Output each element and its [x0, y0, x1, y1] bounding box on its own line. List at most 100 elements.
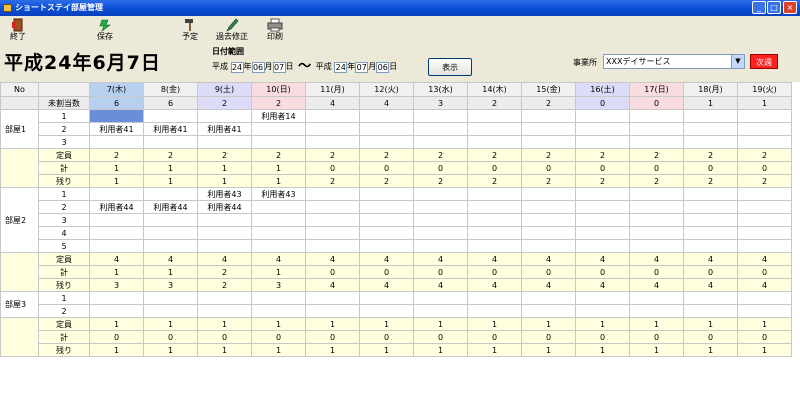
reservation-cell[interactable] — [359, 135, 414, 149]
reservation-cell[interactable] — [251, 135, 306, 149]
reservation-cell[interactable] — [413, 239, 468, 253]
reservation-cell[interactable] — [89, 109, 144, 123]
reservation-cell[interactable] — [251, 239, 306, 253]
day-header[interactable]: 13(水) — [413, 82, 468, 97]
reservation-cell[interactable] — [413, 200, 468, 214]
reservation-cell[interactable] — [683, 200, 738, 214]
reservation-cell[interactable] — [305, 135, 360, 149]
reservation-cell[interactable] — [89, 187, 144, 201]
reservation-cell[interactable] — [197, 291, 252, 305]
reservation-cell[interactable] — [683, 109, 738, 123]
reservation-cell[interactable] — [575, 291, 630, 305]
reservation-cell[interactable]: 利用者41 — [197, 122, 252, 136]
schedule-button[interactable]: 予定 — [170, 18, 210, 44]
day-header[interactable]: 17(日) — [629, 82, 684, 97]
reservation-cell[interactable] — [737, 291, 792, 305]
reservation-cell[interactable] — [359, 122, 414, 136]
reservation-cell[interactable] — [521, 226, 576, 240]
reservation-cell[interactable] — [521, 122, 576, 136]
close-button[interactable]: × — [783, 1, 797, 14]
reservation-cell[interactable] — [467, 187, 522, 201]
reservation-cell[interactable] — [467, 122, 522, 136]
reservation-cell[interactable] — [683, 239, 738, 253]
reservation-cell[interactable] — [305, 200, 360, 214]
reservation-cell[interactable] — [521, 109, 576, 123]
reservation-cell[interactable] — [143, 135, 198, 149]
reservation-cell[interactable] — [737, 239, 792, 253]
day-header[interactable]: 16(土) — [575, 82, 630, 97]
reservation-cell[interactable] — [467, 200, 522, 214]
reservation-cell[interactable] — [359, 226, 414, 240]
range-to-day-input[interactable] — [376, 61, 390, 73]
reservation-cell[interactable] — [251, 213, 306, 227]
reservation-cell[interactable] — [251, 200, 306, 214]
reservation-cell[interactable] — [575, 239, 630, 253]
reservation-cell[interactable] — [413, 226, 468, 240]
reservation-cell[interactable]: 利用者14 — [251, 109, 306, 123]
reservation-cell[interactable] — [575, 213, 630, 227]
reservation-cell[interactable] — [467, 135, 522, 149]
reservation-cell[interactable] — [359, 239, 414, 253]
reservation-cell[interactable] — [305, 213, 360, 227]
reservation-cell[interactable] — [89, 304, 144, 318]
reservation-cell[interactable] — [359, 187, 414, 201]
reservation-cell[interactable] — [575, 187, 630, 201]
print-button[interactable]: 印刷 — [255, 18, 295, 44]
day-header[interactable]: 14(木) — [467, 82, 522, 97]
reservation-cell[interactable] — [575, 135, 630, 149]
reservation-cell[interactable] — [251, 291, 306, 305]
reservation-cell[interactable] — [575, 122, 630, 136]
reservation-cell[interactable] — [143, 109, 198, 123]
reservation-cell[interactable] — [629, 239, 684, 253]
reservation-cell[interactable] — [413, 304, 468, 318]
reservation-cell[interactable] — [89, 226, 144, 240]
reservation-cell[interactable] — [305, 122, 360, 136]
reservation-cell[interactable] — [413, 122, 468, 136]
reservation-cell[interactable] — [413, 109, 468, 123]
day-header[interactable]: 8(金) — [143, 82, 198, 97]
reservation-cell[interactable] — [359, 109, 414, 123]
reservation-cell[interactable] — [89, 239, 144, 253]
day-header[interactable]: 15(金) — [521, 82, 576, 97]
reservation-cell[interactable] — [629, 187, 684, 201]
day-header[interactable]: 10(日) — [251, 82, 306, 97]
reservation-cell[interactable] — [629, 304, 684, 318]
reservation-cell[interactable]: 利用者43 — [197, 187, 252, 201]
reservation-cell[interactable] — [737, 304, 792, 318]
reservation-cell[interactable] — [737, 200, 792, 214]
reservation-cell[interactable] — [89, 135, 144, 149]
range-from-year-input[interactable] — [230, 61, 244, 73]
reservation-cell[interactable]: 利用者44 — [89, 200, 144, 214]
reservation-cell[interactable] — [683, 304, 738, 318]
reservation-cell[interactable] — [305, 291, 360, 305]
exit-button[interactable]: 終了 — [0, 18, 38, 44]
reservation-cell[interactable] — [143, 213, 198, 227]
reservation-cell[interactable] — [143, 304, 198, 318]
reservation-cell[interactable] — [197, 226, 252, 240]
reservation-cell[interactable] — [521, 213, 576, 227]
reservation-cell[interactable] — [197, 213, 252, 227]
reservation-cell[interactable] — [359, 200, 414, 214]
reservation-cell[interactable] — [629, 200, 684, 214]
reservation-cell[interactable] — [143, 239, 198, 253]
reservation-cell[interactable] — [683, 187, 738, 201]
reservation-cell[interactable] — [89, 291, 144, 305]
reservation-cell[interactable] — [521, 291, 576, 305]
reservation-cell[interactable] — [683, 135, 738, 149]
reservation-cell[interactable] — [521, 304, 576, 318]
day-header[interactable]: 18(月) — [683, 82, 738, 97]
reservation-cell[interactable] — [251, 122, 306, 136]
reservation-cell[interactable] — [197, 304, 252, 318]
reservation-cell[interactable] — [629, 291, 684, 305]
reservation-cell[interactable] — [521, 239, 576, 253]
reservation-cell[interactable] — [467, 291, 522, 305]
reservation-cell[interactable] — [467, 109, 522, 123]
reservation-cell[interactable] — [413, 213, 468, 227]
reservation-cell[interactable] — [629, 226, 684, 240]
reservation-cell[interactable] — [305, 226, 360, 240]
range-from-day-input[interactable] — [272, 61, 286, 73]
reservation-cell[interactable] — [467, 304, 522, 318]
reservation-cell[interactable] — [305, 187, 360, 201]
day-header[interactable]: 19(火) — [737, 82, 792, 97]
reservation-cell[interactable] — [521, 135, 576, 149]
